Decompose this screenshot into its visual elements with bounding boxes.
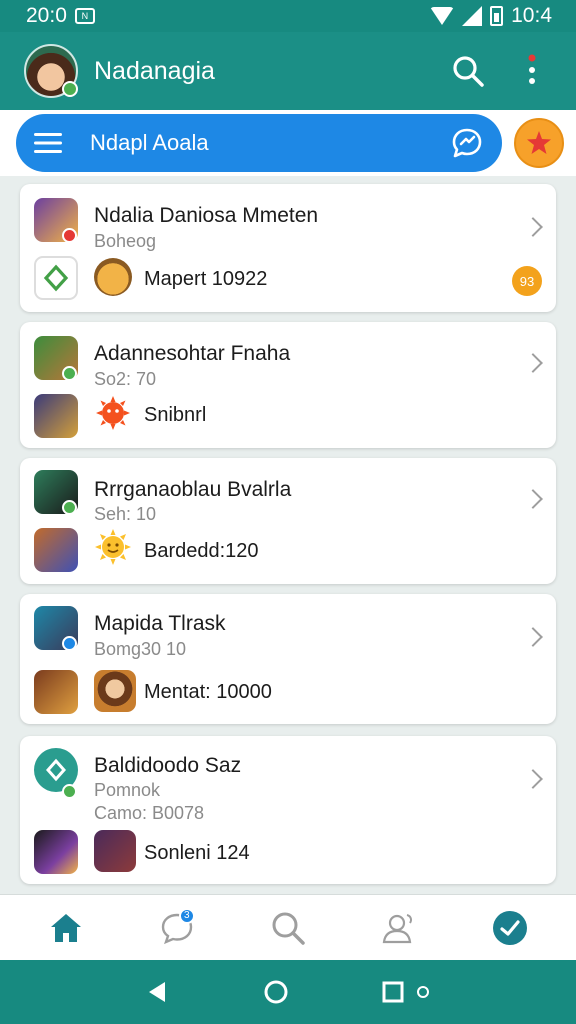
nav-search[interactable] bbox=[258, 898, 318, 958]
recents-icon bbox=[382, 981, 404, 1003]
more-options-button[interactable] bbox=[510, 49, 554, 93]
notification-badge-text: N bbox=[81, 11, 89, 21]
small-circle-icon bbox=[416, 986, 429, 998]
list-item[interactable]: Rrrganaoblau Bvalrla Seh: 10 Bardedd:120 bbox=[20, 458, 556, 584]
nav-chat[interactable]: 3 bbox=[147, 898, 207, 958]
list-item[interactable]: Ndalia Daniosa Mmeten Boheog Mapert 1092… bbox=[20, 184, 556, 312]
signal-icon bbox=[462, 6, 483, 26]
chevron-right-icon bbox=[523, 489, 543, 509]
profile-avatar[interactable] bbox=[24, 44, 78, 98]
notification-icon: N bbox=[74, 8, 95, 24]
nav-check[interactable] bbox=[480, 898, 540, 958]
search-row: Ndapl Aoala bbox=[0, 110, 576, 176]
portrait-icon bbox=[94, 670, 136, 712]
app-icon bbox=[34, 670, 78, 714]
list-item[interactable]: Mapida Tlrask Bomg30 10 Mentat: 10000 bbox=[20, 594, 556, 724]
battery-icon bbox=[490, 6, 504, 26]
diamond-icon bbox=[43, 264, 69, 292]
star-action-button[interactable] bbox=[514, 118, 564, 168]
bottom-navigation: 3 bbox=[0, 894, 576, 960]
search-icon bbox=[453, 56, 484, 87]
content-list: Ndalia Daniosa Mmeten Boheog Mapert 1092… bbox=[0, 176, 576, 894]
card-footer: Snibnrl bbox=[144, 404, 207, 426]
nav-home[interactable] bbox=[36, 898, 96, 958]
list-item[interactable]: Adannesohtar Fnaha So2: 70 Snibnrl bbox=[20, 322, 556, 448]
status-time-right: 10:4 bbox=[511, 4, 552, 27]
home-circle-icon[interactable] bbox=[262, 978, 290, 1006]
card-footer: Sonleni 124 bbox=[144, 842, 250, 864]
chevron-right-icon bbox=[523, 769, 543, 789]
avatar-icon bbox=[94, 258, 132, 296]
card-subtitle: Bomg30 10 bbox=[94, 639, 187, 659]
app-title: Nadanagia bbox=[94, 56, 215, 85]
menu-icon bbox=[34, 133, 62, 153]
card-subtitle-secondary: Camo: B0078 bbox=[94, 803, 205, 823]
status-bar: 20:0 N 10:4 bbox=[0, 0, 576, 32]
app-bar: Nadanagia bbox=[0, 32, 576, 110]
card-title: Adannesohtar Fnaha bbox=[94, 342, 291, 365]
search-label: Ndapl Aoala bbox=[90, 130, 209, 155]
card-title: Ndalia Daniosa Mmeten bbox=[94, 204, 319, 227]
list-item[interactable]: Baldidoodo Saz Pomnok Camo: B0078 Sonlen… bbox=[20, 736, 556, 884]
app-icon bbox=[34, 394, 78, 438]
wifi-icon bbox=[430, 7, 455, 25]
chat-badge: 3 bbox=[178, 907, 195, 924]
search-bar[interactable]: Ndapl Aoala bbox=[16, 114, 502, 172]
recents-group[interactable] bbox=[381, 980, 431, 1004]
alert-badge-icon bbox=[62, 228, 77, 243]
chevron-right-icon bbox=[523, 353, 543, 373]
card-subtitle: Pomnok bbox=[94, 780, 161, 800]
nav-people[interactable] bbox=[369, 898, 429, 958]
app-icon bbox=[34, 830, 78, 874]
home-icon bbox=[50, 913, 81, 942]
back-icon[interactable] bbox=[145, 979, 171, 1005]
people-icon bbox=[382, 913, 413, 943]
card-title: Rrrganaoblau Bvalrla bbox=[94, 478, 292, 501]
sun-icon bbox=[95, 529, 131, 565]
sun-face-icon bbox=[96, 396, 130, 430]
status-badge-icon bbox=[62, 636, 77, 651]
star-icon bbox=[527, 131, 551, 154]
status-badge-icon bbox=[62, 366, 77, 381]
card-subtitle: Boheog bbox=[94, 231, 157, 251]
online-status-icon bbox=[62, 81, 78, 97]
card-subtitle: So2: 70 bbox=[94, 369, 157, 389]
chat-bubble-icon bbox=[452, 128, 482, 158]
card-title: Baldidoodo Saz bbox=[94, 754, 242, 777]
status-right: 10:4 bbox=[430, 4, 552, 28]
card-footer: Bardedd:120 bbox=[144, 540, 259, 562]
more-vertical-icon bbox=[528, 54, 536, 84]
chevron-right-icon bbox=[523, 627, 543, 647]
status-badge-icon bbox=[62, 784, 77, 799]
check-icon bbox=[493, 910, 528, 945]
chevron-right-icon bbox=[523, 217, 543, 237]
card-footer: Mentat: 10000 bbox=[144, 681, 272, 703]
count-badge: 93 bbox=[512, 266, 542, 296]
status-badge-icon bbox=[62, 500, 77, 515]
app-icon bbox=[34, 528, 78, 572]
search-icon bbox=[272, 912, 305, 945]
card-title: Mapida Tlrask bbox=[94, 612, 226, 635]
app-icon bbox=[34, 256, 78, 300]
card-footer: Mapert 10922 bbox=[144, 268, 268, 290]
status-time: 20:0 bbox=[26, 4, 67, 27]
search-button[interactable] bbox=[446, 49, 490, 93]
status-left: 20:0 N bbox=[26, 4, 95, 28]
portrait-icon bbox=[94, 830, 136, 872]
system-navigation bbox=[0, 960, 576, 1024]
card-subtitle: Seh: 10 bbox=[94, 504, 157, 524]
